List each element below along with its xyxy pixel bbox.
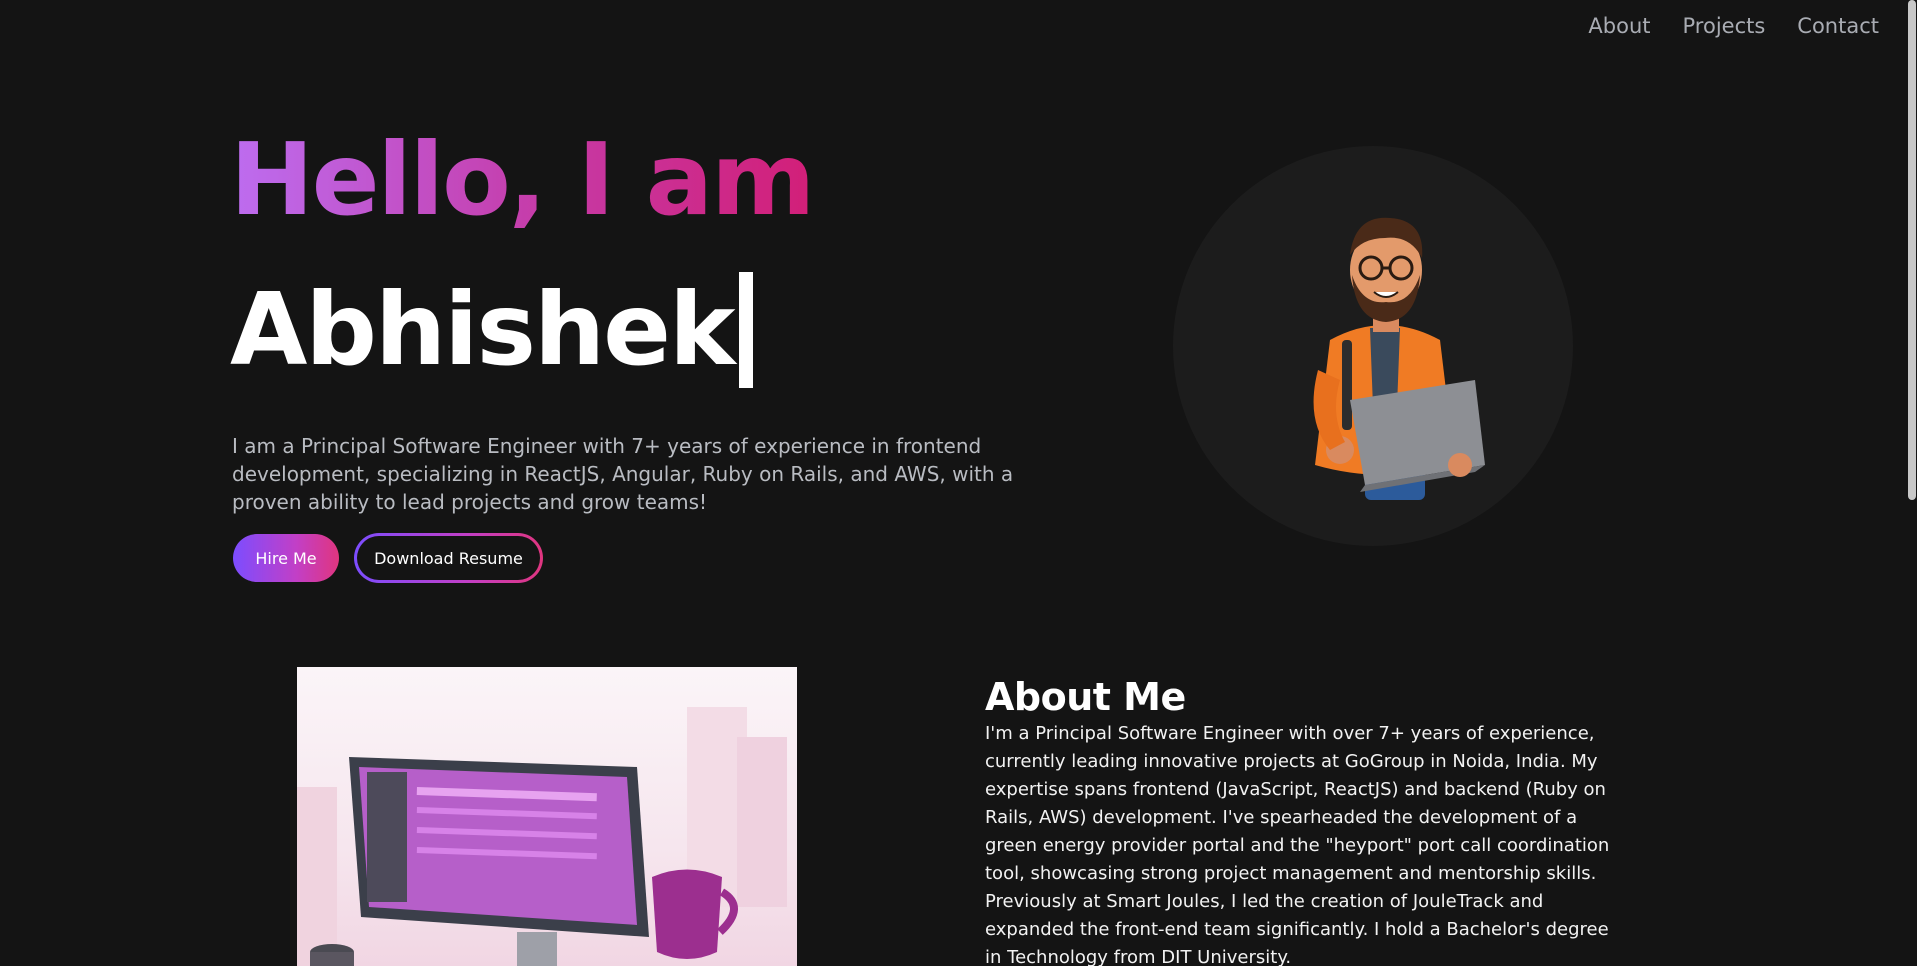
hero-intro: I am a Principal Software Engineer with … bbox=[232, 434, 1014, 514]
page: About Projects Contact Hello, I am Abhis… bbox=[0, 0, 1907, 966]
nav-about-link[interactable]: About bbox=[1588, 14, 1650, 38]
about-title: About Me bbox=[985, 674, 1186, 719]
typing-caret bbox=[739, 272, 754, 388]
about-text: I'm a Principal Software Engineer with o… bbox=[985, 723, 1610, 966]
download-resume-button[interactable]: Download Resume bbox=[357, 536, 540, 580]
scrollbar-thumb[interactable] bbox=[1908, 0, 1916, 500]
top-nav: About Projects Contact bbox=[1588, 14, 1879, 38]
hero-greeting: Hello, I am bbox=[230, 121, 815, 238]
hire-me-button[interactable]: Hire Me bbox=[233, 534, 339, 582]
workspace-illustration-graphic bbox=[297, 707, 787, 966]
hero-name-line: Abhishek bbox=[230, 271, 754, 388]
hero-name: Abhishek bbox=[230, 271, 735, 388]
nav-projects-link[interactable]: Projects bbox=[1683, 14, 1766, 38]
download-resume-button-border: Download Resume bbox=[354, 533, 543, 583]
workspace-illustration bbox=[297, 667, 797, 966]
nav-contact-link[interactable]: Contact bbox=[1797, 14, 1879, 38]
developer-avatar-illustration bbox=[1313, 217, 1485, 500]
